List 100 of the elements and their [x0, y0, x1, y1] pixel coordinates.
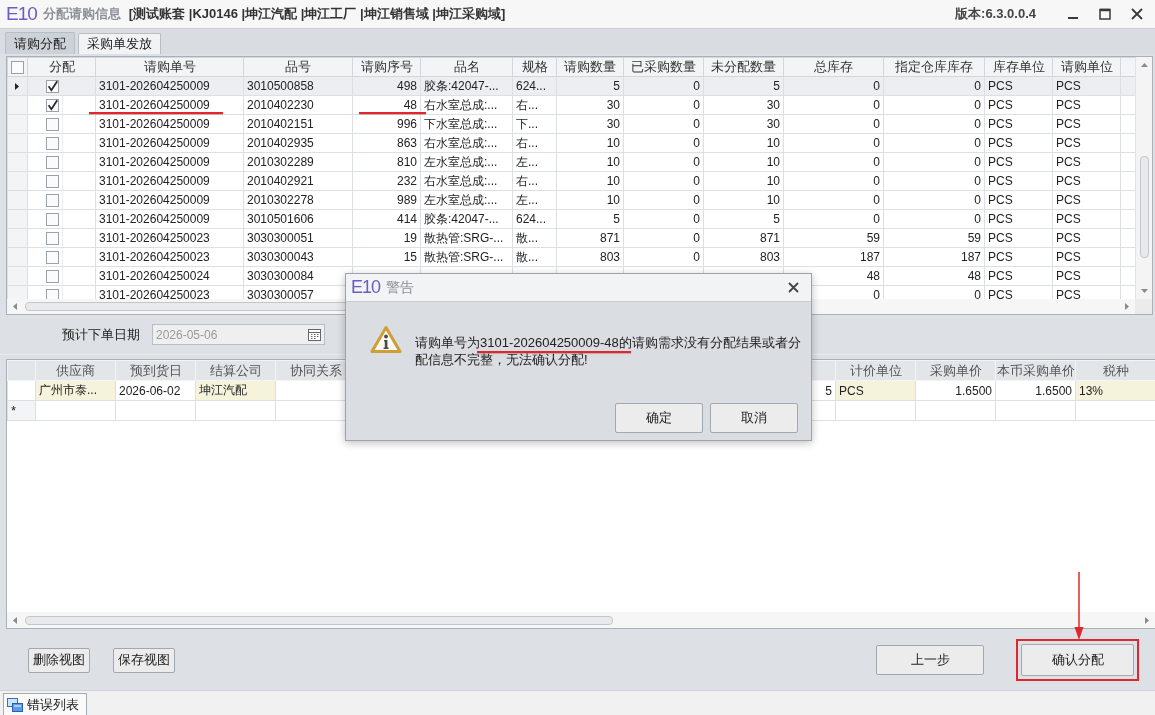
button[interactable]: 保存视图	[113, 647, 175, 673]
checkbox[interactable]	[46, 250, 59, 264]
table-cell: 810	[352, 152, 421, 172]
table-cell: 左水室总成:...	[420, 152, 513, 172]
column-header: 请购序号	[352, 57, 421, 77]
table-cell: PCS	[984, 190, 1053, 210]
table-cell: 0	[883, 209, 985, 229]
button[interactable]: 删除视图	[28, 647, 90, 673]
column-header: 税种	[1075, 360, 1155, 381]
table-cell: 989	[352, 190, 421, 210]
button[interactable]: 取消	[710, 403, 798, 433]
tab[interactable]: 请购分配	[5, 32, 75, 54]
checkbox[interactable]	[46, 79, 59, 93]
column-header: 采购单价	[915, 360, 996, 381]
table-cell: 0	[883, 95, 985, 115]
tab[interactable]: 采购单发放	[78, 33, 161, 54]
table-cell: 863	[352, 133, 421, 153]
table-cell: 散热管:SRG-...	[420, 247, 513, 267]
table-cell: PCS	[984, 95, 1053, 115]
table-cell: PCS	[984, 133, 1053, 153]
table-cell: 3101-202604250009	[95, 209, 244, 229]
horizontal-scrollbar[interactable]	[7, 612, 1155, 628]
table-cell: 0	[623, 171, 704, 191]
table-cell: 下水室总成:...	[420, 114, 513, 134]
table-cell: 59	[783, 228, 884, 248]
table-cell: 0	[783, 152, 884, 172]
table-cell: 2010402230	[243, 95, 353, 115]
table-cell: 3101-202604250009	[95, 171, 244, 191]
table-cell: 10	[556, 190, 624, 210]
table-cell: 10	[703, 190, 784, 210]
dialog-message: 请购单号为3101-202604250009-48的请购需求没有分配结果或者分配信息不完整，无法确认分配!	[415, 334, 802, 368]
checkbox[interactable]	[46, 117, 59, 131]
right-arrow-icon[interactable]	[1145, 616, 1149, 624]
table-cell: PCS	[1052, 209, 1121, 229]
tab-label[interactable]: 错误列表	[27, 695, 79, 714]
down-arrow-icon[interactable]	[1140, 289, 1148, 293]
table-cell: 散热管:SRG-...	[420, 228, 513, 248]
left-arrow-icon[interactable]	[13, 616, 17, 624]
table-cell: 散...	[512, 228, 557, 248]
dialog-title: 警告	[386, 278, 415, 297]
close-icon[interactable]	[788, 282, 799, 293]
table-cell: 3101-202604250009	[95, 133, 244, 153]
table-cell: PCS	[1052, 247, 1121, 267]
column-header: 指定仓库库存	[883, 57, 985, 77]
button[interactable]: 确认分配	[1021, 644, 1134, 676]
calendar-icon[interactable]	[308, 328, 321, 341]
checkbox[interactable]	[46, 269, 59, 283]
table-cell: 996	[352, 114, 421, 134]
scrollbar-thumb[interactable]	[1139, 156, 1149, 258]
table-cell: 0	[623, 247, 704, 267]
checkbox[interactable]	[46, 231, 59, 245]
table-cell: 48	[403, 98, 417, 112]
table-cell: PCS	[984, 228, 1053, 248]
table-cell: 0	[783, 209, 884, 229]
table-cell: 10	[703, 133, 784, 153]
table-cell: 0	[883, 133, 985, 153]
table-cell: 30	[556, 114, 624, 134]
table-cell: 187	[783, 247, 884, 267]
table-cell: 0	[623, 152, 704, 172]
table-cell: 右...	[512, 95, 557, 115]
table-cell: 0	[623, 209, 704, 229]
checkbox[interactable]	[46, 98, 59, 112]
checkbox[interactable]	[11, 60, 24, 74]
vertical-scrollbar[interactable]	[1135, 57, 1152, 299]
table-cell: 0	[623, 228, 704, 248]
column-header: 预到货日	[115, 360, 196, 381]
maximize-icon[interactable]	[1099, 8, 1111, 20]
table-cell: 10	[556, 171, 624, 191]
checkbox[interactable]	[46, 136, 59, 150]
up-arrow-icon[interactable]	[1140, 63, 1148, 67]
status-tab[interactable]: 错误列表	[3, 693, 87, 715]
table-cell: 右水室总成:...	[420, 133, 513, 153]
column-header: 供应商	[35, 360, 116, 381]
button[interactable]: 上一步	[876, 645, 984, 675]
table-cell: 30	[703, 95, 784, 115]
table-cell: 10	[556, 133, 624, 153]
checkbox[interactable]	[46, 155, 59, 169]
button[interactable]: 确定	[615, 403, 703, 433]
app-logo: E10	[351, 277, 381, 298]
table-cell: PCS	[984, 152, 1053, 172]
table-cell: 871	[703, 228, 784, 248]
table-cell: PCS	[984, 247, 1053, 267]
checkbox[interactable]	[46, 212, 59, 226]
checkbox[interactable]	[46, 174, 59, 188]
close-icon[interactable]	[1131, 8, 1143, 20]
table-cell: 散...	[512, 247, 557, 267]
table-cell: 0	[783, 133, 884, 153]
table-cell: PCS	[984, 266, 1053, 286]
table-cell: 0	[783, 190, 884, 210]
table-cell: 左...	[512, 190, 557, 210]
scrollbar-thumb[interactable]	[25, 615, 613, 625]
left-arrow-icon[interactable]	[13, 303, 17, 310]
right-arrow-icon[interactable]	[1125, 303, 1129, 310]
table-cell: 232	[352, 171, 421, 191]
table-cell: 3101-202604250023	[95, 247, 244, 267]
column-header: 请购数量	[556, 57, 624, 77]
table-cell: 30	[556, 95, 624, 115]
checkbox[interactable]	[46, 193, 59, 207]
table-cell: 187	[883, 247, 985, 267]
table-cell: PCS	[1052, 114, 1121, 134]
